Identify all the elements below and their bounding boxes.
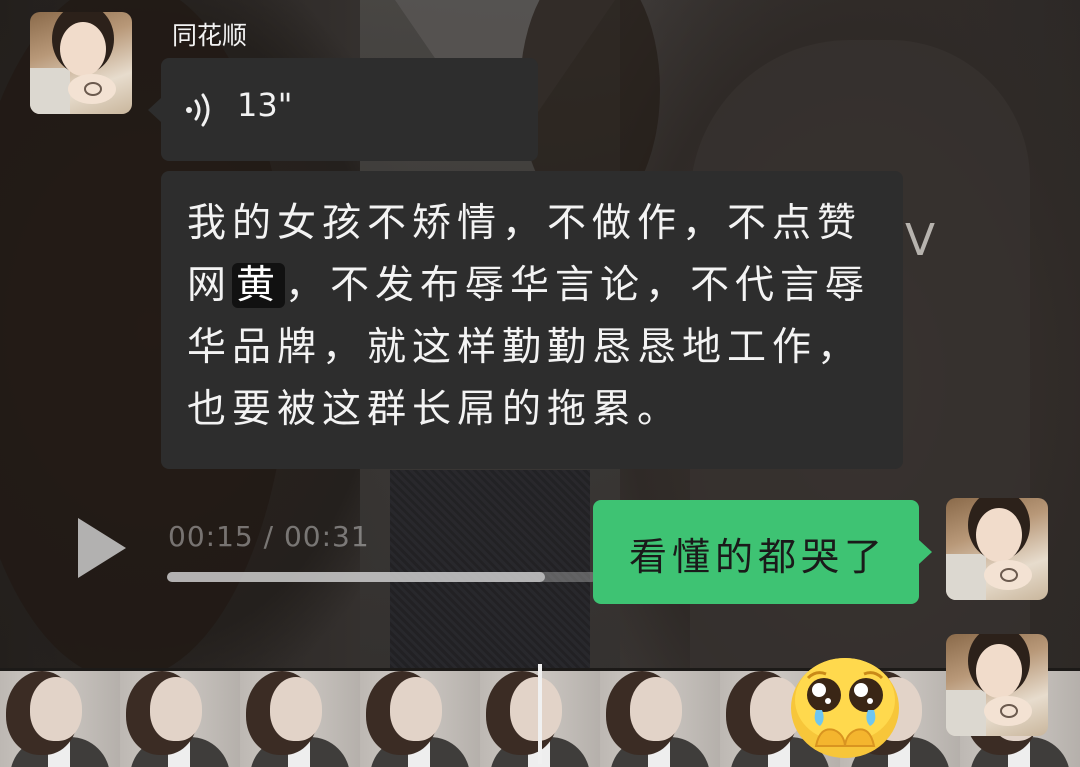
avatar-hand	[984, 560, 1032, 590]
filmstrip-frame[interactable]	[240, 671, 360, 767]
message-text: 我的女孩不矫情，不做作，不点赞网黄，不发布辱华言论，不代言辱华品牌，就这样勤勤恳…	[187, 193, 879, 441]
frame-head	[390, 677, 442, 741]
video-progress-bar[interactable]	[167, 572, 597, 582]
frame-shirt2	[1008, 737, 1030, 767]
avatar-hand	[984, 696, 1032, 726]
avatar-face	[976, 644, 1022, 698]
avatar-face	[60, 22, 106, 76]
avatar-sleeve	[946, 690, 986, 736]
frame-shirt2	[288, 737, 310, 767]
avatar-hand	[68, 74, 116, 104]
text-message-bubble[interactable]: 我的女孩不矫情，不做作，不点赞网黄，不发布辱华言论，不代言辱华品牌，就这样勤勤恳…	[161, 171, 903, 469]
message-text-part-2: ，不发布辱华言论，不代言辱华品牌，就这样勤勤恳恳地工作，也要被这群长屌的拖累。	[187, 263, 871, 432]
frame-shirt2	[48, 737, 70, 767]
avatar-sleeve	[946, 554, 986, 600]
my-avatar-second[interactable]	[946, 634, 1048, 736]
total-time: 00:31	[283, 520, 370, 553]
filmstrip-frame[interactable]	[0, 671, 120, 767]
avatar-sleeve	[30, 68, 70, 114]
filmstrip-frame[interactable]	[120, 671, 240, 767]
avatar-face	[976, 508, 1022, 562]
crying-face-emoji-icon[interactable]	[786, 650, 904, 760]
time-separator: /	[253, 520, 284, 553]
reply-text: 看懂的都哭了	[629, 535, 888, 579]
background-tie-shape	[390, 470, 590, 668]
frame-shirt2	[168, 737, 190, 767]
my-avatar[interactable]	[946, 498, 1048, 600]
reply-message-bubble[interactable]: 看懂的都哭了	[593, 500, 932, 604]
video-timestamp: 00:15 / 00:31	[168, 520, 370, 553]
background-letter: V	[905, 215, 936, 266]
frame-shirt2	[648, 737, 670, 767]
sender-avatar[interactable]	[30, 12, 132, 114]
frame-head	[270, 677, 322, 741]
sender-name: 同花顺	[172, 21, 248, 50]
play-icon[interactable]	[78, 518, 126, 578]
filmstrip-playhead[interactable]	[538, 664, 542, 764]
video-progress-fill	[167, 572, 546, 582]
frame-head	[510, 677, 562, 741]
frame-head	[30, 677, 82, 741]
voice-wave-icon	[186, 93, 210, 127]
bubble-tail	[919, 540, 932, 564]
frame-head	[150, 677, 202, 741]
filmstrip-frame[interactable]	[360, 671, 480, 767]
current-time: 00:15	[168, 520, 254, 553]
voice-message-bubble[interactable]: 13"	[148, 58, 538, 161]
frame-head	[630, 677, 682, 741]
filmstrip-frame[interactable]	[600, 671, 720, 767]
highlighted-word: 黄	[232, 263, 286, 308]
bubble-tail	[148, 98, 161, 122]
frame-shirt2	[408, 737, 430, 767]
voice-duration: 13"	[237, 86, 293, 124]
